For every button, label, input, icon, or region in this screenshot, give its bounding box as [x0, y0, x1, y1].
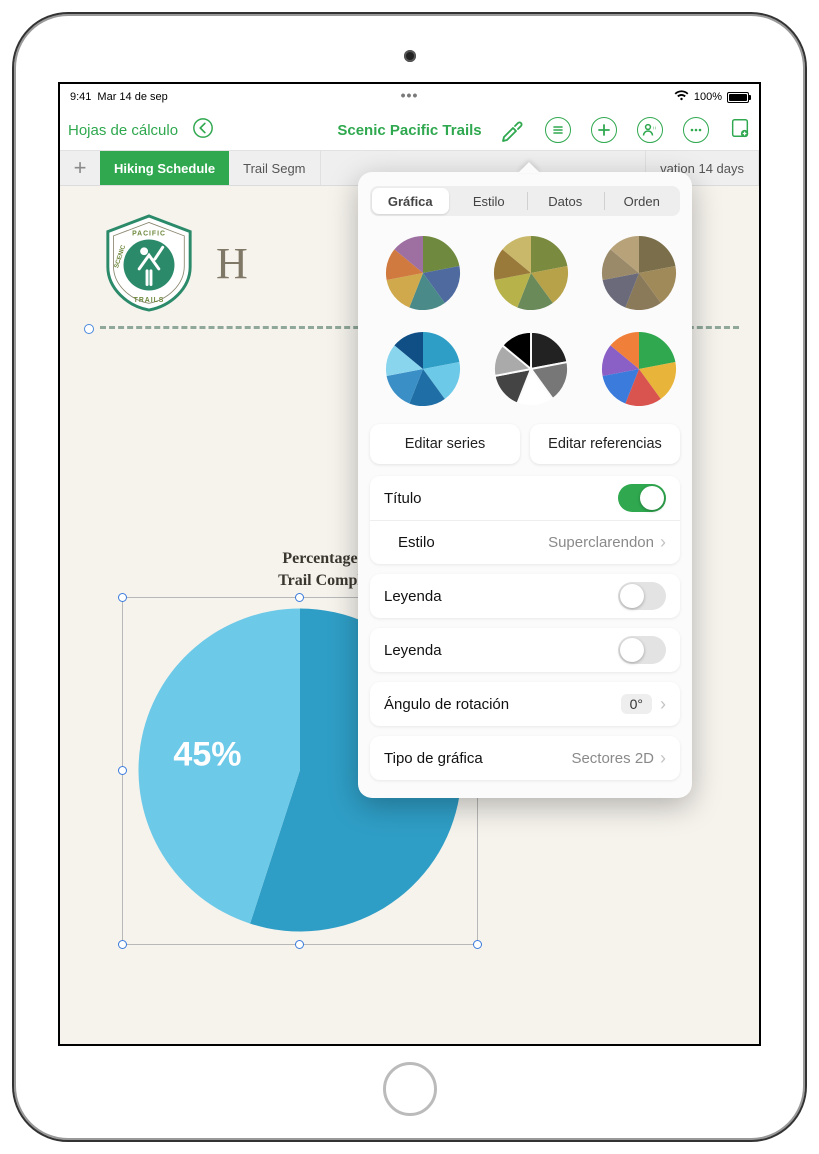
sheet-tab-2[interactable]: Trail Segm — [229, 151, 320, 185]
row-value: Sectores 2D — [571, 750, 654, 767]
collaborate-icon[interactable] — [637, 117, 663, 143]
format-panel-icon[interactable] — [545, 117, 571, 143]
row-label: Leyenda — [384, 642, 442, 659]
status-date: Mar 14 de sep — [97, 91, 167, 103]
seg-orden[interactable]: Orden — [604, 186, 681, 216]
toolbar: Hojas de cálculo Scenic Pacific Trails — [60, 110, 759, 150]
add-sheet-button[interactable]: + — [60, 151, 100, 185]
svg-text:TRAILS: TRAILS — [134, 297, 165, 304]
logo-badge: PACIFIC SCENIC TRAILS — [100, 214, 198, 312]
popover-pointer — [518, 162, 540, 173]
document-title[interactable]: Scenic Pacific Trails — [337, 122, 481, 139]
resize-handle[interactable] — [295, 940, 304, 949]
edit-references-button[interactable]: Editar referencias — [530, 424, 680, 464]
titulo-switch[interactable] — [618, 484, 666, 512]
row-label: Título — [384, 490, 422, 507]
chart-style-option[interactable] — [492, 234, 570, 312]
svg-text:45%: 45% — [173, 736, 241, 774]
row-value: 0° — [621, 694, 652, 714]
wifi-icon — [674, 90, 689, 104]
chart-style-option[interactable] — [492, 330, 570, 408]
add-icon[interactable] — [591, 117, 617, 143]
popover-segmented-control[interactable]: Gráfica Estilo Datos Orden — [370, 186, 680, 216]
chart-styles-grid — [358, 226, 692, 424]
chart-style-option[interactable] — [600, 234, 678, 312]
row-value: Superclarendon — [548, 534, 654, 551]
row-chart-type[interactable]: Tipo de gráfica Sectores 2D › — [370, 736, 680, 780]
row-label: Ángulo de rotación — [384, 696, 509, 713]
seg-estilo[interactable]: Estilo — [451, 186, 528, 216]
origin-handle[interactable] — [84, 324, 94, 334]
chart-style-option[interactable] — [384, 330, 462, 408]
chevron-right-icon: › — [660, 694, 666, 715]
leyenda-switch-1[interactable] — [618, 582, 666, 610]
format-popover: Gráfica Estilo Datos Orden Editar series… — [358, 172, 692, 798]
chart-style-option[interactable] — [600, 330, 678, 408]
row-leyenda-2[interactable]: Leyenda — [370, 628, 680, 672]
multitask-indicator[interactable]: ••• — [401, 87, 419, 103]
row-titulo[interactable]: Título — [370, 476, 680, 520]
chevron-right-icon: › — [660, 748, 666, 769]
status-time: 9:41 — [70, 91, 91, 103]
back-button[interactable]: Hojas de cálculo — [68, 122, 178, 139]
format-brush-icon[interactable] — [499, 117, 525, 143]
row-label: Estilo — [398, 534, 435, 551]
row-label: Leyenda — [384, 588, 442, 605]
leyenda-switch-2[interactable] — [618, 636, 666, 664]
home-button[interactable] — [383, 1062, 437, 1116]
sheet-tab-active[interactable]: Hiking Schedule — [100, 151, 229, 185]
insert-icon[interactable] — [729, 117, 751, 143]
resize-handle[interactable] — [118, 940, 127, 949]
seg-grafica[interactable]: Gráfica — [372, 188, 449, 214]
chevron-right-icon: › — [660, 532, 666, 553]
battery-pct: 100% — [694, 91, 722, 103]
undo-button[interactable] — [192, 117, 214, 143]
row-label: Tipo de gráfica — [384, 750, 483, 767]
edit-series-button[interactable]: Editar series — [370, 424, 520, 464]
more-icon[interactable] — [683, 117, 709, 143]
row-leyenda-1[interactable]: Leyenda — [370, 574, 680, 618]
row-rotation-angle[interactable]: Ángulo de rotación 0° › — [370, 682, 680, 726]
resize-handle[interactable] — [473, 940, 482, 949]
svg-text:PACIFIC: PACIFIC — [132, 231, 166, 238]
row-title-style[interactable]: Estilo Superclarendon › — [370, 520, 680, 564]
battery-icon — [727, 92, 749, 103]
front-camera — [404, 50, 416, 62]
chart-style-option[interactable] — [384, 234, 462, 312]
seg-datos[interactable]: Datos — [527, 186, 604, 216]
